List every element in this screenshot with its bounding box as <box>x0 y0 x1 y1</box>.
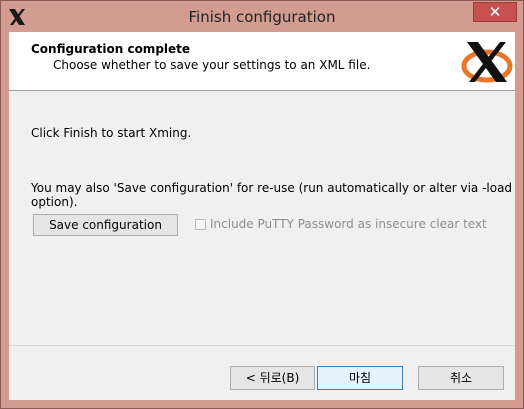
header-title: Configuration complete <box>31 42 191 56</box>
save-instruction-text: You may also 'Save configuration' for re… <box>31 181 513 209</box>
finish-button[interactable]: 마침 <box>317 366 403 390</box>
header-subtitle: Choose whether to save your settings to … <box>53 58 371 72</box>
cancel-button[interactable]: 취소 <box>418 366 504 390</box>
save-configuration-button[interactable]: Save configuration <box>33 214 178 236</box>
wizard-page: Configuration complete Choose whether to… <box>9 32 515 400</box>
dialog-window: Finish configuration ✕ Configuration com… <box>0 0 524 409</box>
include-putty-password-checkbox <box>195 219 206 230</box>
wizard-header: Configuration complete Choose whether to… <box>9 32 515 91</box>
include-putty-password-option: Include PuTTY Password as insecure clear… <box>195 217 487 231</box>
xming-logo-icon <box>461 42 513 83</box>
title-bar[interactable]: Finish configuration ✕ <box>1 1 523 32</box>
checkbox-label: Include PuTTY Password as insecure clear… <box>210 217 487 231</box>
footer-divider <box>9 345 515 346</box>
window-title: Finish configuration <box>188 8 336 26</box>
finish-instruction-text: Click Finish to start Xming. <box>31 126 192 140</box>
back-button[interactable]: < 뒤로(B) <box>230 366 315 390</box>
close-button[interactable]: ✕ <box>473 2 517 22</box>
